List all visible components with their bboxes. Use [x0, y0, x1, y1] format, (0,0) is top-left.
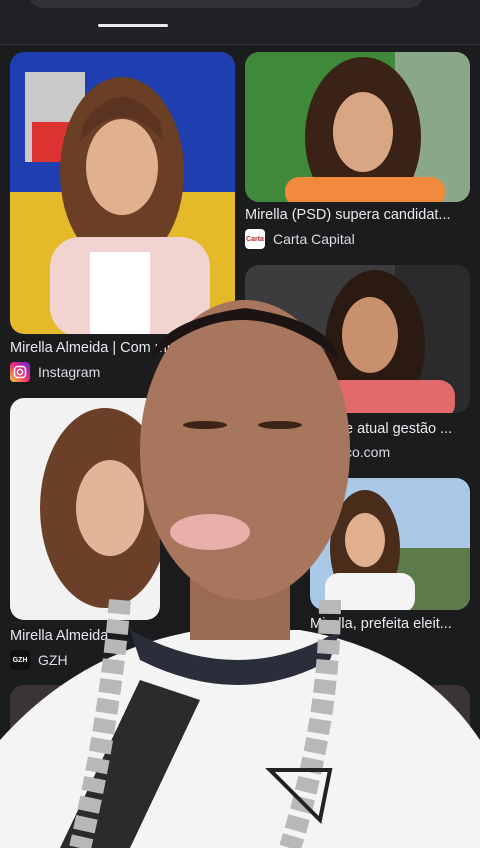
- result-source-label: GZH: [38, 652, 68, 668]
- result-title[interactable]: Mirella Almeida | Com mu: [10, 340, 190, 356]
- result-thumbnail[interactable]: [245, 265, 470, 413]
- image-result-card[interactable]: Mirella (PSD) supera candidat... Carta C…: [245, 52, 470, 252]
- image-result-card[interactable]: e atual gestão ... co.com: [245, 265, 470, 465]
- result-thumbnail-partial[interactable]: [10, 685, 470, 845]
- result-title[interactable]: Mirella Almeida: [10, 628, 160, 644]
- carta-capital-icon: Carta: [245, 229, 265, 249]
- result-thumbnail[interactable]: [10, 52, 235, 334]
- result-thumbnail[interactable]: [10, 398, 160, 620]
- result-title[interactable]: Mirella (PSD) supera candidat...: [245, 207, 470, 223]
- result-source-label: Instagram: [38, 364, 101, 380]
- active-tab-indicator: [98, 24, 168, 27]
- image-result-card[interactable]: Mirella, prefeita eleit...: [310, 478, 470, 658]
- result-source-label: co.com: [345, 444, 391, 460]
- result-thumbnail[interactable]: [310, 478, 470, 610]
- top-bar: [0, 0, 480, 45]
- image-result-card[interactable]: Mirella Almeida | Com mu Instagram: [10, 52, 235, 382]
- image-result-card[interactable]: Mirella Almeida GZH GZH: [10, 398, 160, 678]
- result-source[interactable]: Carta Carta Capital: [245, 229, 355, 249]
- result-thumbnail[interactable]: [245, 52, 470, 202]
- result-title[interactable]: e atual gestão ...: [345, 421, 470, 437]
- result-source[interactable]: Instagram: [10, 362, 100, 382]
- result-source[interactable]: co.com: [345, 444, 390, 460]
- gzh-icon: GZH: [10, 650, 30, 670]
- search-bar[interactable]: [28, 0, 424, 8]
- result-title[interactable]: Mirella, prefeita eleit...: [310, 616, 470, 632]
- instagram-icon: [10, 362, 30, 382]
- result-source-label: Carta Capital: [273, 231, 355, 247]
- result-source[interactable]: GZH GZH: [10, 650, 68, 670]
